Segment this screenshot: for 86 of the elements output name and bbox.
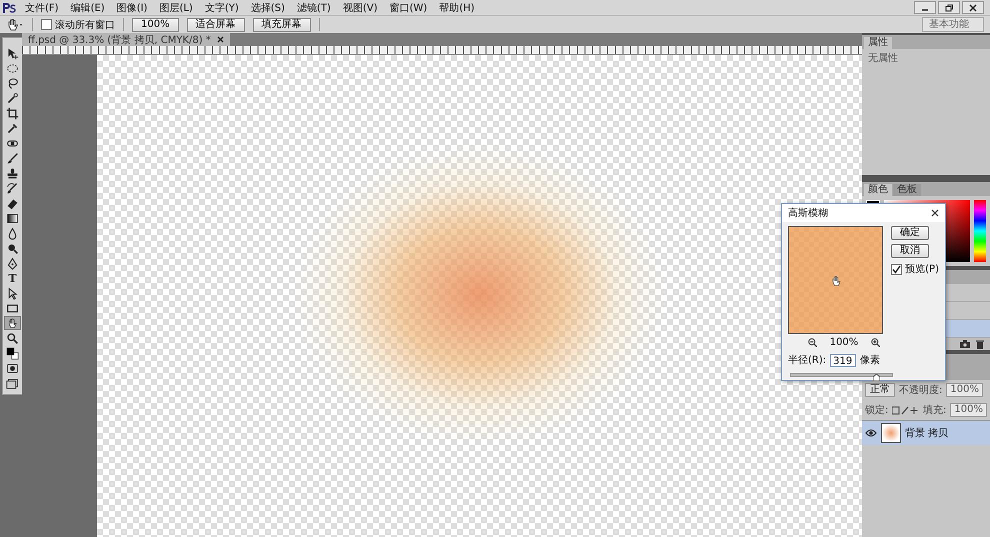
zoom-preset-button[interactable]: 适合屏幕: [186, 18, 245, 32]
menu-item[interactable]: 文字(Y): [202, 0, 242, 14]
eraser-icon: [6, 196, 19, 210]
menu-item[interactable]: 视图(V): [340, 0, 380, 14]
color-swatches-icon: [6, 346, 19, 360]
zoom-level: 100%: [830, 337, 858, 348]
app-logo-icon: [2, 2, 16, 14]
zoom-out-icon[interactable]: [808, 338, 817, 347]
swatches-tool-button[interactable]: [4, 346, 21, 360]
hand-cursor-icon: [830, 274, 841, 286]
lock-buttons-drawing[interactable]: [892, 406, 920, 414]
type-tool-button[interactable]: T: [4, 271, 21, 285]
checkbox[interactable]: [891, 264, 902, 274]
screen-tool-button[interactable]: [4, 376, 21, 390]
menu-item[interactable]: 图像(I): [114, 0, 150, 14]
mask-tool-button[interactable]: [4, 361, 21, 375]
dialog-button[interactable]: 取消: [891, 244, 930, 258]
opacity-label: 不透明度:: [899, 384, 942, 397]
minimize-button[interactable]: [914, 1, 936, 14]
zoom-icon: [6, 332, 19, 344]
workspace-dropdown[interactable]: 基本功能: [922, 17, 984, 32]
eyedropper-icon: [6, 122, 19, 134]
slider-thumb[interactable]: [872, 374, 880, 381]
panel-tab[interactable]: 色板: [893, 184, 921, 196]
panel-message: 无属性: [867, 52, 899, 66]
history-brush-icon: [6, 182, 19, 194]
pointer-arrow-icon: [6, 286, 19, 300]
hand-tool-preset-icon[interactable]: [6, 18, 24, 32]
unit-label: 像素: [860, 354, 880, 367]
menu-item[interactable]: 图层(L): [156, 0, 196, 14]
opacity-field[interactable]: 100%: [946, 383, 983, 397]
radius-label: 半径(R):: [788, 354, 826, 367]
hand-tool-button[interactable]: [4, 316, 21, 330]
blur-preview[interactable]: [788, 226, 884, 334]
dialog-title: 高斯模糊: [788, 206, 828, 220]
close-icon[interactable]: [216, 36, 224, 43]
gradient-square-icon: [6, 212, 19, 224]
pen-icon: [6, 256, 19, 270]
fill-label: 填充:: [923, 404, 946, 417]
eye-icon[interactable]: [865, 428, 877, 438]
quick-mask-icon: [6, 362, 19, 374]
drop-icon: [6, 226, 19, 240]
lasso-icon: [6, 76, 19, 90]
checkbox[interactable]: [41, 19, 52, 30]
hue-bar: [974, 200, 986, 262]
move-arrow-icon: [6, 46, 19, 60]
menu-item[interactable]: 文件(F): [22, 0, 62, 14]
crop-tool-button[interactable]: [4, 106, 21, 120]
restore-button[interactable]: [938, 1, 960, 14]
dialog-button[interactable]: 确定: [891, 226, 930, 240]
trash-icon[interactable]: [976, 340, 984, 348]
preview-label: 预览(P): [905, 263, 939, 276]
wand-icon: [6, 92, 19, 104]
panel-tab[interactable]: 属性: [864, 37, 892, 49]
radius-field[interactable]: 319: [830, 354, 856, 366]
menu-item[interactable]: 帮助(H): [436, 0, 478, 14]
dashed-ellipse-icon: [6, 62, 19, 74]
menu-item[interactable]: 选择(S): [248, 0, 288, 14]
menu-item[interactable]: 窗口(W): [386, 0, 430, 14]
dodge-icon: [6, 242, 19, 254]
fill-field[interactable]: 100%: [950, 403, 987, 417]
screen-mode-icon: [6, 376, 19, 390]
menu-item[interactable]: 编辑(E): [68, 0, 108, 14]
zoom-preset-button[interactable]: 100%: [132, 18, 179, 32]
close-icon[interactable]: [931, 209, 939, 217]
layer-row[interactable]: 背景 拷贝: [862, 420, 990, 445]
document-tab[interactable]: ff.psd @ 33.3% (背景 拷贝, CMYK/8) *: [22, 33, 230, 46]
gradient-tool-button[interactable]: [4, 211, 21, 225]
restore-icon: [945, 4, 953, 12]
camera-icon[interactable]: [960, 340, 970, 348]
blend-mode-dropdown[interactable]: 正常: [865, 383, 895, 397]
rectangle-icon: [6, 302, 19, 314]
menu-item[interactable]: 滤镜(T): [294, 0, 334, 14]
layer-name: 背景 拷贝: [905, 426, 948, 440]
crop-icon: [6, 106, 19, 120]
zoom-in-icon[interactable]: [871, 338, 880, 347]
lock-label: 锁定:: [865, 404, 888, 417]
hand-icon: [6, 316, 19, 330]
layer-thumbnail: [881, 423, 901, 443]
stamp-icon: [6, 166, 19, 180]
close-icon: [969, 4, 977, 12]
brush-icon: [6, 152, 19, 164]
close-button[interactable]: [962, 1, 984, 14]
panel-tab[interactable]: 颜色: [864, 184, 892, 196]
checkbox-label: 滚动所有窗口: [55, 18, 115, 32]
zoom-preset-button[interactable]: 填充屏幕: [252, 18, 311, 32]
